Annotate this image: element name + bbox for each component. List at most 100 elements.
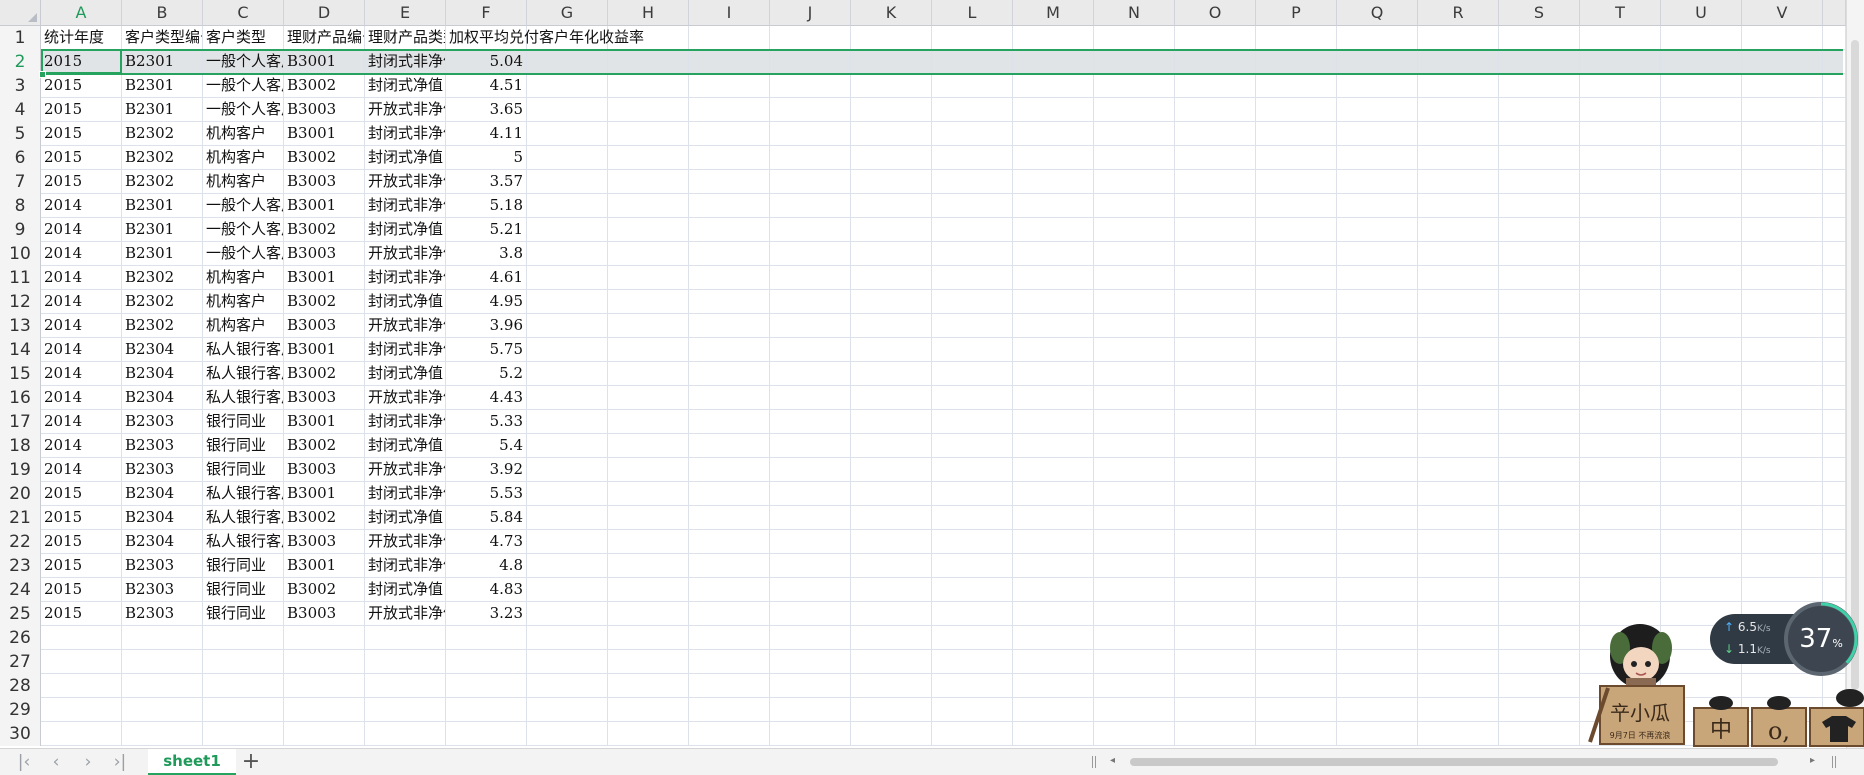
cell-p15[interactable] — [1256, 362, 1337, 386]
cell-r4[interactable] — [1418, 98, 1499, 122]
cell-k19[interactable] — [851, 458, 932, 482]
cell-m9[interactable] — [1013, 218, 1094, 242]
cell-c22[interactable]: 私人银行客户 — [203, 530, 284, 554]
cell-e2[interactable]: 封闭式非净值 — [365, 50, 446, 74]
cell-r10[interactable] — [1418, 242, 1499, 266]
cell-t18[interactable] — [1580, 434, 1661, 458]
cell-a20[interactable]: 2015 — [41, 482, 122, 506]
cell-o21[interactable] — [1175, 506, 1256, 530]
cell-t22[interactable] — [1580, 530, 1661, 554]
cell-t21[interactable] — [1580, 506, 1661, 530]
cell-n12[interactable] — [1094, 290, 1175, 314]
cell-l28[interactable] — [932, 674, 1013, 698]
row-header-1[interactable]: 1 — [0, 26, 41, 50]
cell-n26[interactable] — [1094, 626, 1175, 650]
cell-k27[interactable] — [851, 650, 932, 674]
cell-r20[interactable] — [1418, 482, 1499, 506]
cell-n2[interactable] — [1094, 50, 1175, 74]
cell-s29[interactable] — [1499, 698, 1580, 722]
cell-a3[interactable]: 2015 — [41, 74, 122, 98]
cell-g8[interactable] — [527, 194, 608, 218]
cell-p14[interactable] — [1256, 338, 1337, 362]
cell-e18[interactable]: 封闭式净值 — [365, 434, 446, 458]
cell-c20[interactable]: 私人银行客户 — [203, 482, 284, 506]
cell-u4[interactable] — [1661, 98, 1742, 122]
cell-a8[interactable]: 2014 — [41, 194, 122, 218]
cell-d6[interactable]: B3002 — [284, 146, 365, 170]
cell-o15[interactable] — [1175, 362, 1256, 386]
cell-e23[interactable]: 封闭式非净值 — [365, 554, 446, 578]
cell-l15[interactable] — [932, 362, 1013, 386]
cell-j12[interactable] — [770, 290, 851, 314]
cell-q1[interactable] — [1337, 26, 1418, 50]
cell-s2[interactable] — [1499, 50, 1580, 74]
cell-u18[interactable] — [1661, 434, 1742, 458]
cell-m3[interactable] — [1013, 74, 1094, 98]
cell-n4[interactable] — [1094, 98, 1175, 122]
cell-u8[interactable] — [1661, 194, 1742, 218]
first-sheet-icon[interactable]: |‹ — [10, 749, 38, 775]
cell-h11[interactable] — [608, 266, 689, 290]
cell-b8[interactable]: B2301 — [122, 194, 203, 218]
cell-t16[interactable] — [1580, 386, 1661, 410]
cell-r30[interactable] — [1418, 722, 1499, 746]
cell-d10[interactable]: B3003 — [284, 242, 365, 266]
cell-o19[interactable] — [1175, 458, 1256, 482]
cell-p22[interactable] — [1256, 530, 1337, 554]
cell-c7[interactable]: 机构客户 — [203, 170, 284, 194]
cell-n10[interactable] — [1094, 242, 1175, 266]
cell-v10[interactable] — [1742, 242, 1823, 266]
cell-h5[interactable] — [608, 122, 689, 146]
cell-m4[interactable] — [1013, 98, 1094, 122]
cell-k5[interactable] — [851, 122, 932, 146]
cell-n1[interactable] — [1094, 26, 1175, 50]
cell-c26[interactable] — [203, 626, 284, 650]
column-header-m[interactable]: M — [1013, 0, 1094, 26]
cell-e5[interactable]: 封闭式非净值 — [365, 122, 446, 146]
cell-n7[interactable] — [1094, 170, 1175, 194]
cell-h14[interactable] — [608, 338, 689, 362]
row-header-24[interactable]: 24 — [0, 578, 41, 602]
column-header-r[interactable]: R — [1418, 0, 1499, 26]
cell-p5[interactable] — [1256, 122, 1337, 146]
cell-m30[interactable] — [1013, 722, 1094, 746]
cell-o28[interactable] — [1175, 674, 1256, 698]
cell-d21[interactable]: B3002 — [284, 506, 365, 530]
cell-h30[interactable] — [608, 722, 689, 746]
cell-l24[interactable] — [932, 578, 1013, 602]
cell-q15[interactable] — [1337, 362, 1418, 386]
cell-e3[interactable]: 封闭式净值 — [365, 74, 446, 98]
cell-o20[interactable] — [1175, 482, 1256, 506]
cell-j29[interactable] — [770, 698, 851, 722]
row-header-16[interactable]: 16 — [0, 386, 41, 410]
cell-q4[interactable] — [1337, 98, 1418, 122]
cell-p26[interactable] — [1256, 626, 1337, 650]
cell-e9[interactable]: 封闭式净值 — [365, 218, 446, 242]
cell-h6[interactable] — [608, 146, 689, 170]
cell-p28[interactable] — [1256, 674, 1337, 698]
cell-v21[interactable] — [1742, 506, 1823, 530]
cell-j19[interactable] — [770, 458, 851, 482]
column-header-k[interactable]: K — [851, 0, 932, 26]
cell-m2[interactable] — [1013, 50, 1094, 74]
cell-b29[interactable] — [122, 698, 203, 722]
cell-p29[interactable] — [1256, 698, 1337, 722]
cell-p23[interactable] — [1256, 554, 1337, 578]
cell-n11[interactable] — [1094, 266, 1175, 290]
cell-n14[interactable] — [1094, 338, 1175, 362]
cell-a12[interactable]: 2014 — [41, 290, 122, 314]
cell-u22[interactable] — [1661, 530, 1742, 554]
cell-v4[interactable] — [1742, 98, 1823, 122]
cell-l3[interactable] — [932, 74, 1013, 98]
cell-j2[interactable] — [770, 50, 851, 74]
cell-d29[interactable] — [284, 698, 365, 722]
cell-t2[interactable] — [1580, 50, 1661, 74]
cell-g4[interactable] — [527, 98, 608, 122]
cell-m15[interactable] — [1013, 362, 1094, 386]
cell-u11[interactable] — [1661, 266, 1742, 290]
cell-j21[interactable] — [770, 506, 851, 530]
cell-b17[interactable]: B2303 — [122, 410, 203, 434]
cell-f19[interactable]: 3.92 — [446, 458, 527, 482]
cell-b10[interactable]: B2301 — [122, 242, 203, 266]
cell-i2[interactable] — [689, 50, 770, 74]
